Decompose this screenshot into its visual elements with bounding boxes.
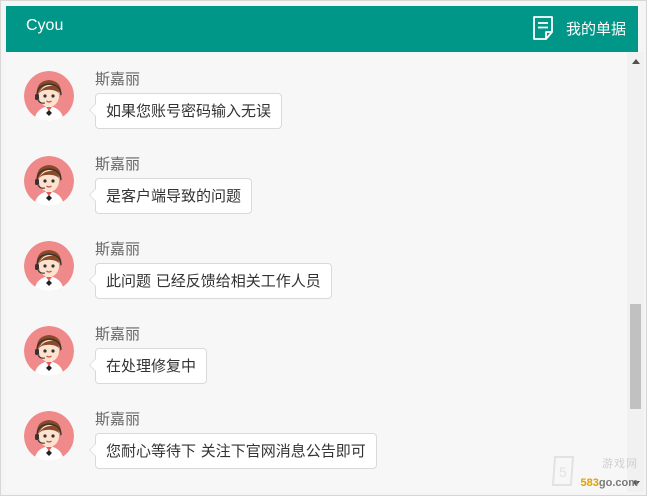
vertical-scrollbar[interactable] <box>627 52 644 492</box>
watermark-name: 游戏网 <box>602 457 638 470</box>
chat-window: Cyou 我的单据 斯嘉丽 如果您账号密码输入无误 斯嘉丽 是客户端导致的问题 … <box>0 0 647 496</box>
document-icon <box>533 16 553 40</box>
agent-avatar <box>24 156 74 206</box>
agent-avatar <box>24 241 74 291</box>
chat-header: Cyou 我的单据 <box>6 6 638 52</box>
agent-avatar <box>24 326 74 376</box>
watermark-logo-icon: 5 <box>551 456 575 486</box>
sender-name: 斯嘉丽 <box>95 70 141 88</box>
svg-text:5: 5 <box>559 464 567 480</box>
scroll-up-arrow[interactable] <box>627 52 644 69</box>
message-bubble: 在处理修复中 <box>88 348 208 384</box>
message-bubble: 是客户端导致的问题 <box>88 178 253 214</box>
message-list: 斯嘉丽 如果您账号密码输入无误 斯嘉丽 是客户端导致的问题 斯嘉丽 此问题 已经… <box>6 52 627 492</box>
watermark-site-suffix: go.com <box>598 477 638 489</box>
sender-name: 斯嘉丽 <box>95 325 141 343</box>
message-bubble: 此问题 已经反馈给相关工作人员 <box>89 263 332 299</box>
sender-name: 斯嘉丽 <box>95 155 141 173</box>
agent-avatar <box>24 71 74 121</box>
watermark-site-prefix: 583 <box>580 477 599 489</box>
sender-name: 斯嘉丽 <box>95 410 141 428</box>
scroll-thumb[interactable] <box>630 304 641 409</box>
sender-name: 斯嘉丽 <box>95 240 141 258</box>
message-bubble: 如果您账号密码输入无误 <box>88 93 283 129</box>
message-bubble: 您耐心等待下 关注下官网消息公告即可 <box>89 433 377 469</box>
site-watermark: 5 游戏网 583go.com <box>549 453 644 491</box>
agent-avatar <box>24 411 74 461</box>
my-orders-button[interactable]: 我的单据 <box>532 15 626 41</box>
watermark-site: 583go.com <box>581 477 638 489</box>
app-title: Cyou <box>26 17 64 34</box>
my-orders-label: 我的单据 <box>565 19 626 38</box>
